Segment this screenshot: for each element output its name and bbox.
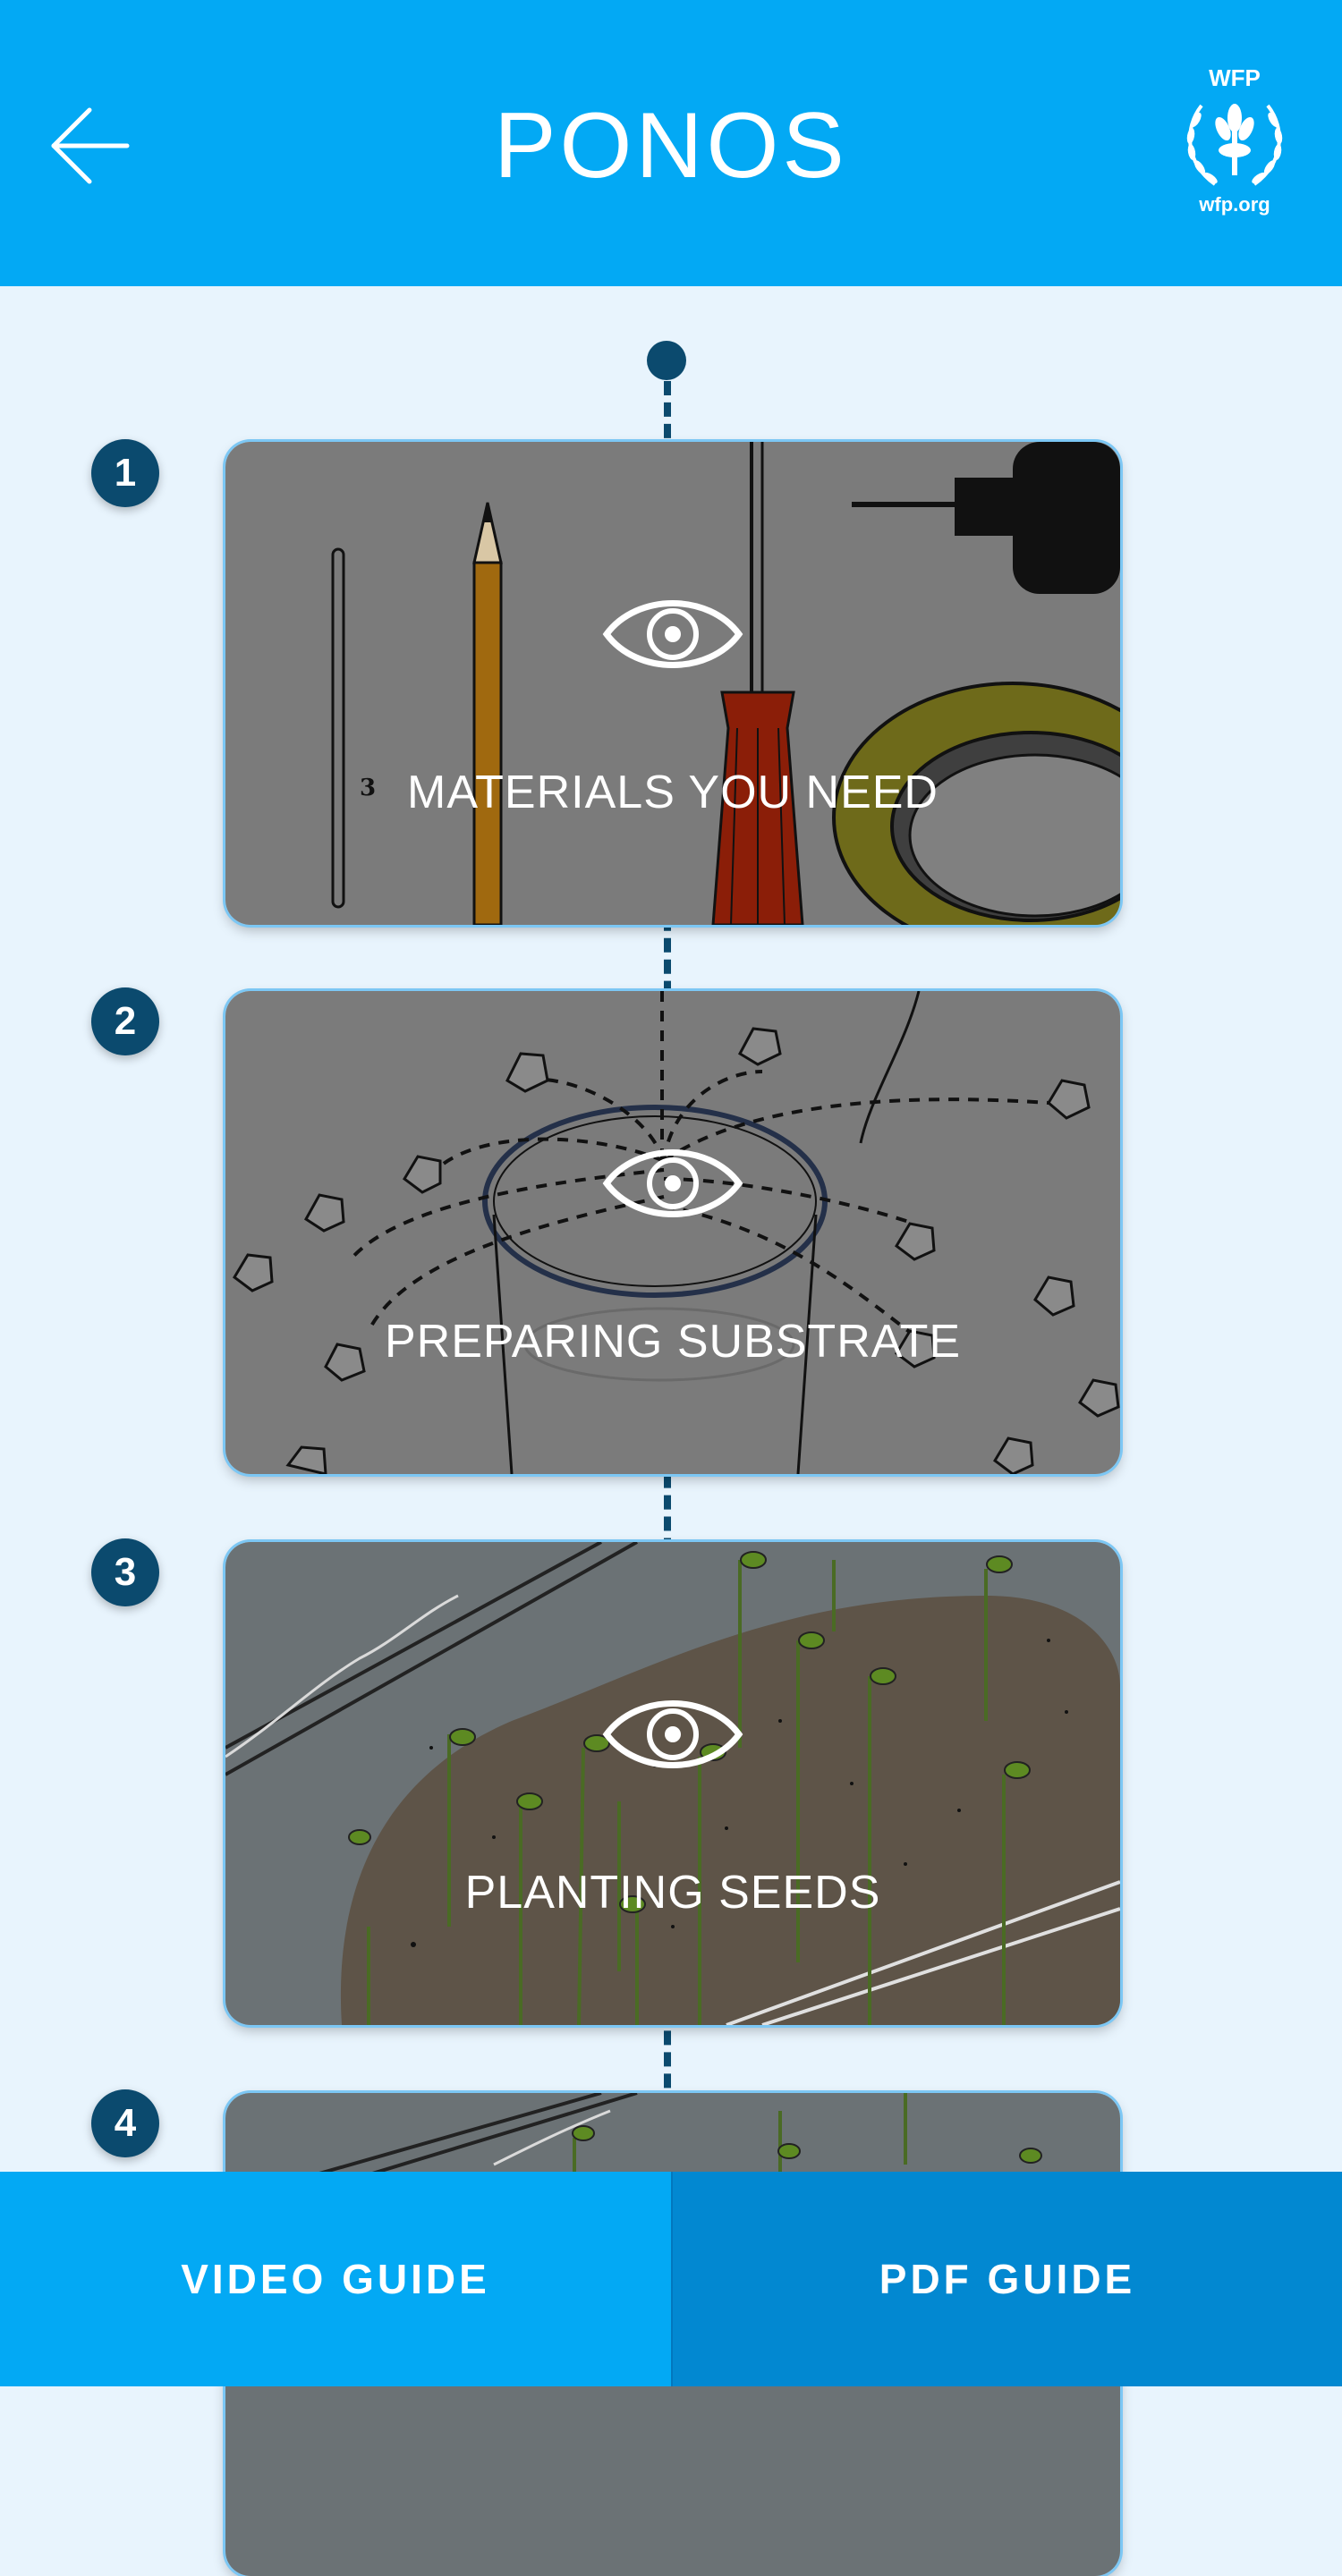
step-card-label: PREPARING SUBSTRATE (384, 1316, 962, 1368)
step-card-label: PLANTING SEEDS (464, 1867, 881, 1919)
step-card-label: MATERIALS YOU NEED (407, 767, 939, 818)
step-number-badge: 3 (91, 1538, 159, 1606)
step-card-substrate[interactable]: PREPARING SUBSTRATE (225, 991, 1120, 1474)
step-number-badge: 4 (91, 2089, 159, 2157)
wfp-logo: WFP wfp.org (1168, 61, 1302, 222)
planting-illustration (225, 1542, 1120, 2025)
eye-icon (602, 600, 743, 668)
step-number-badge: 2 (91, 987, 159, 1055)
substrate-illustration (225, 991, 1120, 1474)
app-header: PONOS WFP wfp.org (0, 0, 1342, 286)
bottom-action-bar: VIDEO GUIDE PDF GUIDE (0, 2172, 1342, 2386)
step-card-materials[interactable]: 3 MATERIALS YOU NEED (225, 442, 1120, 925)
page-title: PONOS (494, 94, 848, 198)
materials-illustration: 3 (225, 442, 1120, 925)
step-number-badge: 1 (91, 439, 159, 507)
timeline-start-dot (647, 341, 686, 380)
logo-bottom-text: wfp.org (1199, 193, 1270, 216)
video-guide-button[interactable]: VIDEO GUIDE (0, 2172, 671, 2386)
wfp-emblem-icon (1186, 104, 1283, 186)
pdf-guide-button[interactable]: PDF GUIDE (671, 2172, 1342, 2386)
eye-icon (602, 1700, 743, 1768)
eye-icon (602, 1149, 743, 1217)
step-card-planting[interactable]: PLANTING SEEDS (225, 1542, 1120, 2025)
steps-timeline: 1 3 MATERIALS YOU NEED 2 PREPARING SUBST… (0, 286, 1342, 2576)
